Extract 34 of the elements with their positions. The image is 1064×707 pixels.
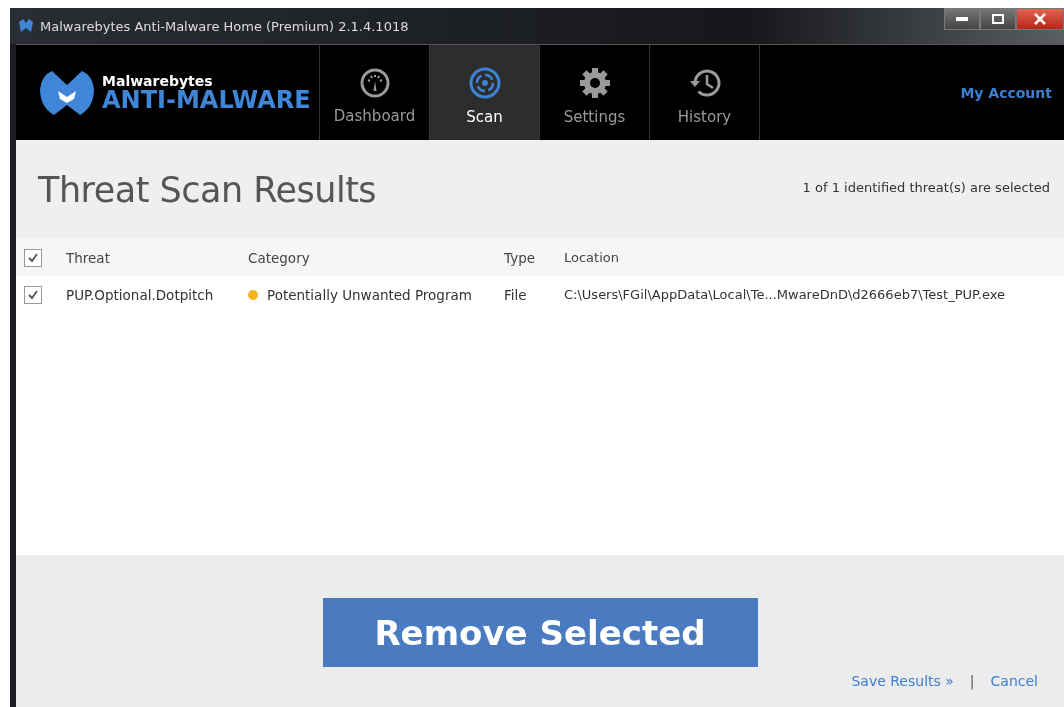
minimize-icon [956, 17, 968, 21]
checkmark-icon [27, 251, 39, 264]
separator: | [969, 673, 975, 689]
table-cell-text: PUP.Optional.Dotpitch [66, 286, 215, 303]
page-title: Threat Scan Results [38, 169, 377, 210]
maximize-button[interactable] [980, 8, 1016, 30]
logo-icon [38, 68, 96, 117]
checkmark-icon [27, 288, 39, 301]
column-header: Location [564, 250, 619, 265]
account-link[interactable]: My Account [960, 84, 1064, 101]
target-icon [467, 65, 502, 100]
column-header: Type [504, 249, 536, 266]
checkbox[interactable] [24, 248, 42, 267]
nav-tab[interactable]: Scan [430, 45, 540, 140]
maximize-icon [992, 14, 1004, 24]
table-cell: Potentially Unwanted Program [267, 286, 472, 303]
brand-name: Malwarebytes [102, 73, 213, 88]
app-icon [18, 19, 34, 33]
save-results-link[interactable]: Save Results » [851, 673, 954, 689]
minimize-button[interactable] [944, 8, 980, 30]
checkbox[interactable] [24, 285, 42, 304]
column-header: Category [248, 249, 311, 266]
table-cell: C:\Users\FGil\AppData\Local\Te...MwareDnD\d2666eb7\Test_PUP.exe [564, 287, 1005, 302]
window-title: Malwarebytes Anti-Malware Home (Premium) 2.1.4.1018 [40, 18, 409, 34]
table-cell-text: File [504, 286, 528, 303]
gear-icon [577, 65, 612, 100]
remove-selected-button[interactable]: Remove Selected [322, 598, 758, 667]
cancel-link[interactable]: Cancel [990, 673, 1038, 689]
close-button[interactable] [1016, 8, 1064, 30]
column-header: Threat [66, 249, 111, 266]
selection-note: 1 of 1 identified threat(s) are selected [802, 180, 1050, 195]
gauge-icon [358, 66, 391, 99]
close-icon [1034, 13, 1046, 25]
product-name: ANTI-MALWARE [102, 87, 311, 112]
